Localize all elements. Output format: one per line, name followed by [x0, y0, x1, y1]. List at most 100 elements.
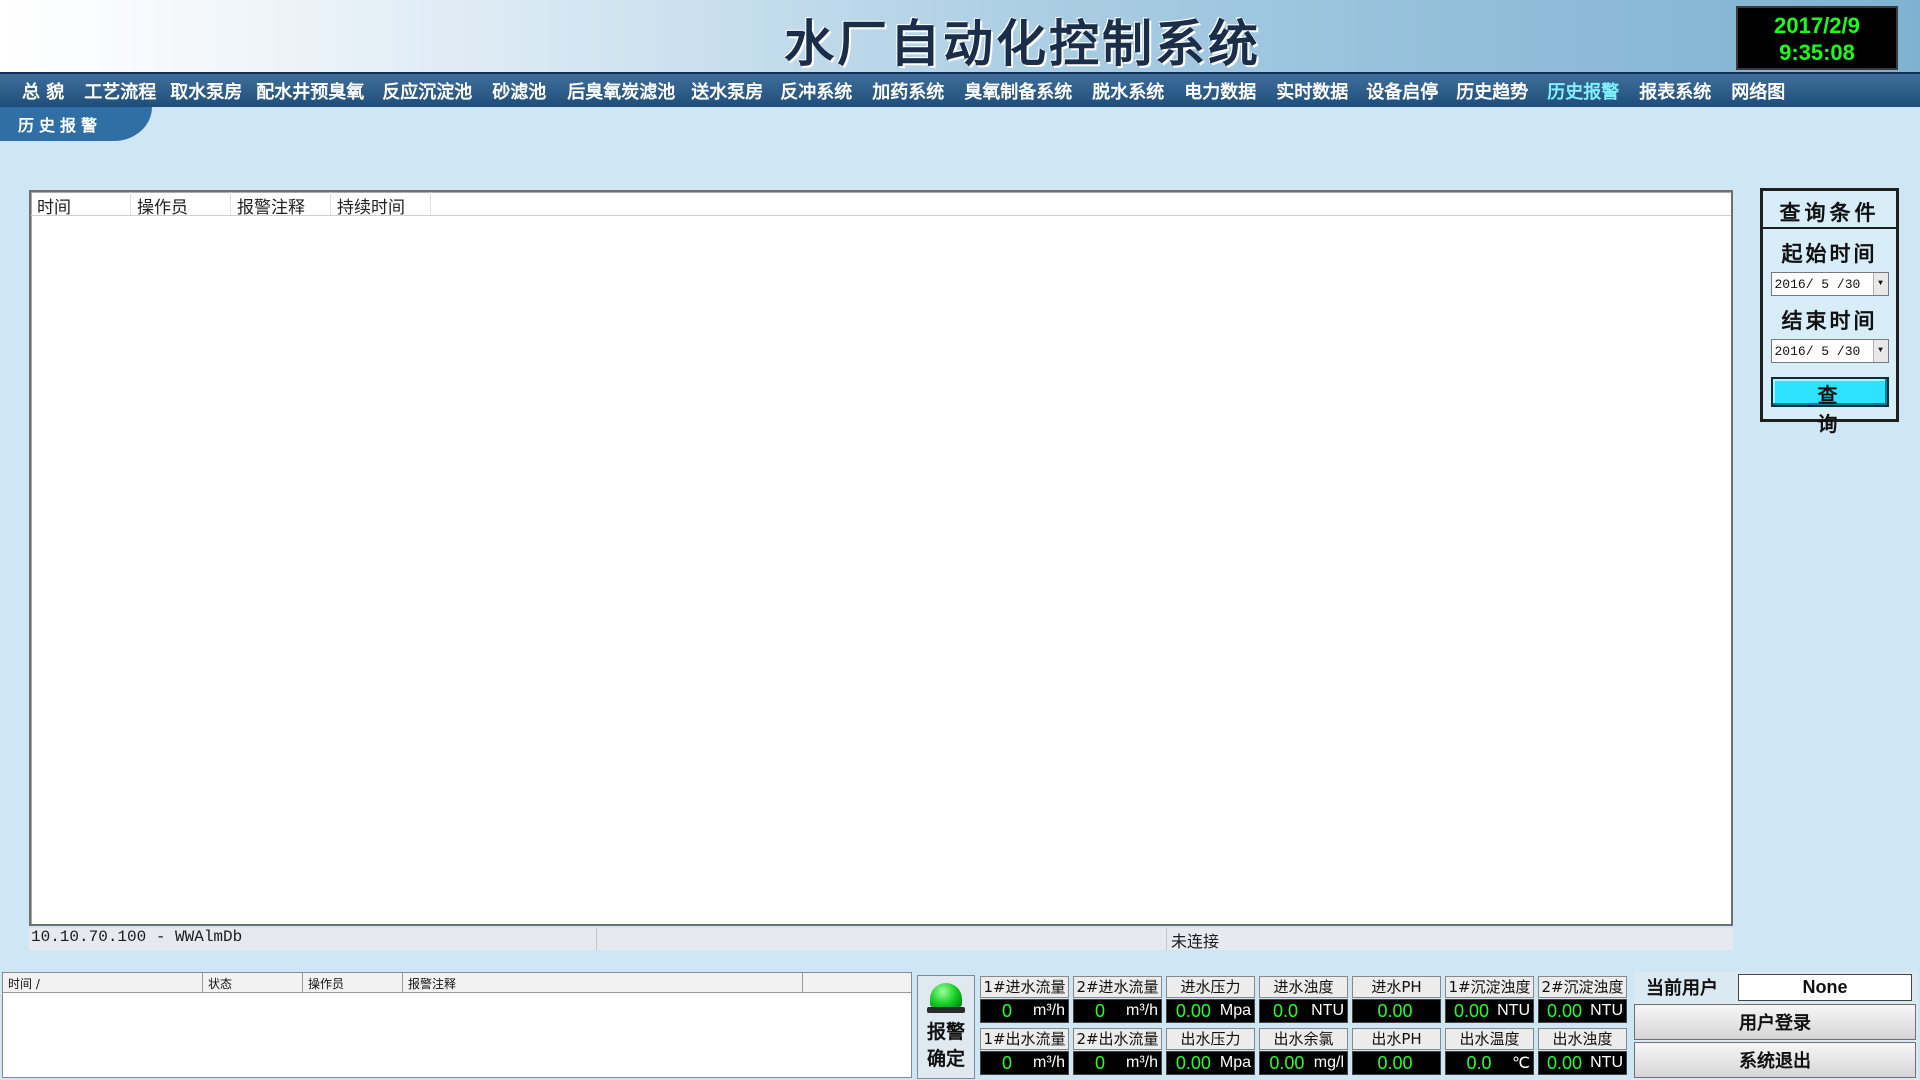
column-header-alarm-comment[interactable]: 报警注释 [231, 192, 331, 218]
nav-item-delivery-pump[interactable]: 送水泵房 [691, 78, 763, 104]
measurement-value-box: 0.0 NTU [1259, 999, 1348, 1023]
nav-item-sedimentation[interactable]: 反应沉淀池 [382, 78, 472, 104]
nav-item-sand-filter[interactable]: 砂滤池 [492, 78, 546, 104]
measurement-outlet-chlorine: 出水余氯 0.00 mg/l [1257, 1027, 1350, 1079]
alarm-light-base [927, 1007, 965, 1013]
measurement-panel: 1#进水流量 0 m³/h 2#进水流量 0 m³/h 进水压力 0.00 Mpa 进… [978, 975, 1628, 1079]
nav-item-dosing[interactable]: 加药系统 [872, 78, 944, 104]
measurement-unit: m³/h [1033, 1054, 1065, 1071]
nav-item-history-trend[interactable]: 历史趋势 [1456, 78, 1528, 104]
measurement-value-box: 0.00 NTU [1538, 1051, 1627, 1075]
query-button[interactable]: 查 询 [1770, 377, 1889, 436]
measurement-value: 0 [1001, 1052, 1012, 1073]
nav-item-power-data[interactable]: 电力数据 [1184, 78, 1256, 104]
clock-display: 2017/2/9 9:35:08 [1736, 6, 1898, 70]
current-alarm-list[interactable]: 时间 / 状态 操作员 报警注释 [2, 972, 912, 1078]
measurement-value-box: 0 m³/h [980, 1051, 1069, 1075]
system-exit-button[interactable]: 系统退出 [1634, 1042, 1916, 1078]
nav-item-dewatering[interactable]: 脱水系统 [1092, 78, 1164, 104]
measurement-inlet-turbidity: 进水浊度 0.0 NTU [1257, 975, 1350, 1027]
measurement-unit: m³/h [1126, 1002, 1158, 1019]
nav-item-history-alarm[interactable]: 历史报警 [1547, 78, 1619, 104]
measurement-value: 0 [1001, 1000, 1012, 1021]
measurement-value-box: 0.00 Mpa [1166, 1051, 1255, 1075]
query-panel: 查询条件 起始时间 2016/ 5 /30 ▼ 结束时间 2016/ 5 /30… [1760, 188, 1899, 436]
measurement-label: 进水PH [1352, 976, 1441, 998]
measurement-unit: mg/l [1313, 1054, 1344, 1071]
measurement-sediment-turbidity-2: 2#沉淀浊度 0.00 NTU [1536, 975, 1629, 1027]
measurement-value: 0.0 [1273, 1000, 1299, 1021]
end-time-label: 结束时间 [1781, 308, 1878, 333]
alarm-light-icon [930, 983, 962, 1007]
chevron-down-icon[interactable]: ▼ [1872, 340, 1888, 362]
measurement-value-box: 0.00 Mpa [1166, 999, 1255, 1023]
title-bar: 水厂自动化控制系统 2017/2/9 9:35:08 [0, 0, 1920, 73]
measurement-outlet-flow-1: 1#出水流量 0 m³/h [978, 1027, 1071, 1079]
measurement-value-box: 0 m³/h [1073, 1051, 1162, 1075]
column-header-time[interactable]: 时间 [31, 192, 131, 218]
measurement-value-box: 0.00 [1352, 999, 1441, 1023]
measurement-unit: Mpa [1219, 1054, 1251, 1071]
nav-item-realtime-data[interactable]: 实时数据 [1276, 78, 1348, 104]
nav-item-ozone-generation[interactable]: 臭氧制备系统 [964, 78, 1072, 104]
start-date-picker[interactable]: 2016/ 5 /30 ▼ [1770, 272, 1889, 296]
chevron-down-icon[interactable]: ▼ [1872, 273, 1888, 295]
measurement-value-box: 0 m³/h [1073, 999, 1162, 1023]
ack-line-2: 确定 [926, 1048, 965, 1070]
measurement-value: 0.0 [1466, 1052, 1492, 1073]
query-panel-title: 查询条件 [1763, 191, 1896, 229]
user-panel: 当前用户 None 用户登录 系统退出 [1634, 972, 1918, 1080]
measurement-unit: NTU [1590, 1002, 1623, 1019]
measurement-value: 0.00 [1377, 1000, 1413, 1021]
measurement-label: 进水浊度 [1259, 976, 1348, 998]
measurement-label: 1#沉淀浊度 [1445, 976, 1534, 998]
column-header-operator[interactable]: 操作员 [131, 192, 231, 218]
nav-item-overview[interactable]: 总 貌 [22, 78, 64, 104]
measurement-value: 0.00 [1269, 1052, 1305, 1073]
event-column-status[interactable]: 状态 [203, 973, 303, 992]
measurement-inlet-ph: 进水PH 0.00 [1350, 975, 1443, 1027]
measurement-label: 出水浊度 [1538, 1028, 1627, 1050]
measurement-value: 0 [1094, 1052, 1105, 1073]
connection-source: 10.10.70.100 - WWAlmDb [29, 928, 597, 950]
measurement-label: 出水PH [1352, 1028, 1441, 1050]
nav-item-backwash[interactable]: 反冲系统 [780, 78, 852, 104]
current-user-value: None [1738, 973, 1912, 1001]
measurement-outlet-ph: 出水PH 0.00 [1350, 1027, 1443, 1079]
event-column-operator[interactable]: 操作员 [303, 973, 403, 992]
statusbar-middle [597, 928, 1167, 950]
alarm-acknowledge-label: 报警 确定 [918, 1019, 974, 1073]
end-date-picker[interactable]: 2016/ 5 /30 ▼ [1770, 339, 1889, 363]
user-login-button[interactable]: 用户登录 [1634, 1004, 1916, 1040]
measurement-value-box: 0.00 mg/l [1259, 1051, 1348, 1075]
alarm-acknowledge-button[interactable]: 报警 确定 [917, 975, 975, 1079]
measurement-label: 1#进水流量 [980, 976, 1069, 998]
measurement-unit: NTU [1497, 1002, 1530, 1019]
event-list-header: 时间 / 状态 操作员 报警注释 [3, 973, 911, 993]
measurement-label: 出水温度 [1445, 1028, 1534, 1050]
current-user-label: 当前用户 [1646, 978, 1718, 999]
measurement-inlet-flow-2: 2#进水流量 0 m³/h [1071, 975, 1164, 1027]
event-column-time[interactable]: 时间 / [3, 973, 203, 992]
measurement-value: 0.00 [1547, 1052, 1583, 1073]
nav-item-process-flow[interactable]: 工艺流程 [84, 78, 156, 104]
measurement-label: 出水余氯 [1259, 1028, 1348, 1050]
page-title-tab: 历史报警 [0, 107, 152, 141]
measurement-sediment-turbidity-1: 1#沉淀浊度 0.00 NTU [1443, 975, 1536, 1027]
history-alarm-grid[interactable]: 时间 操作员 报警注释 持续时间 [29, 190, 1733, 926]
measurement-label: 2#沉淀浊度 [1538, 976, 1627, 998]
measurement-value-box: 0 m³/h [980, 999, 1069, 1023]
nav-item-network-map[interactable]: 网络图 [1731, 78, 1785, 104]
measurement-unit: ℃ [1512, 1055, 1530, 1072]
nav-item-post-ozone-carbon[interactable]: 后臭氧炭滤池 [567, 78, 675, 104]
event-column-comment[interactable]: 报警注释 [403, 973, 803, 992]
measurement-unit: m³/h [1126, 1054, 1158, 1071]
nav-item-report-system[interactable]: 报表系统 [1639, 78, 1711, 104]
ack-line-1: 报警 [926, 1021, 965, 1043]
column-header-duration[interactable]: 持续时间 [331, 192, 431, 218]
measurement-value-box: 0.00 NTU [1538, 999, 1627, 1023]
nav-item-pre-ozone[interactable]: 配水井预臭氧 [256, 78, 364, 104]
nav-item-equipment-control[interactable]: 设备启停 [1366, 78, 1438, 104]
measurement-value: 0.00 [1454, 1000, 1490, 1021]
nav-item-intake-pump[interactable]: 取水泵房 [170, 78, 242, 104]
